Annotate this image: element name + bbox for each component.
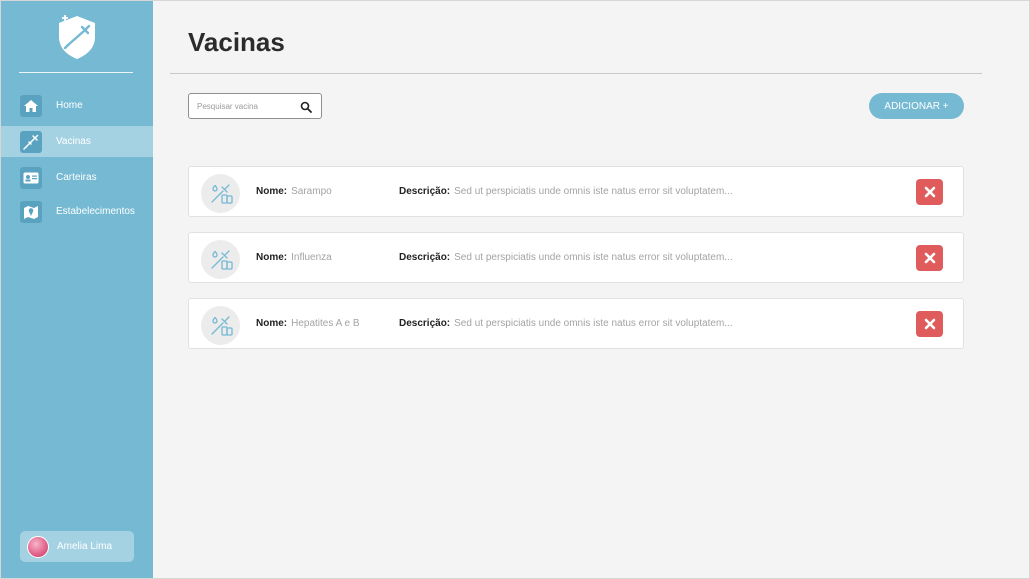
description-label: Descrição: [399, 252, 451, 263]
user-name: Amelia Lima [57, 541, 113, 552]
avatar [27, 535, 49, 558]
sidebar-item-label: Estabelecimentos [56, 206, 135, 217]
sidebar-item-carteiras[interactable]: Carteiras [1, 162, 153, 193]
id-card-icon [20, 166, 42, 189]
description-label: Descrição: [399, 186, 451, 197]
sidebar: Home Vacinas Carteiras Estabelecimentos … [1, 1, 153, 578]
vaccine-name-field: Nome: Hepatites A e B [256, 318, 360, 329]
close-icon [924, 318, 935, 330]
delete-button[interactable] [916, 245, 943, 271]
vaccine-description: Sed ut perspiciatis unde omnis iste natu… [454, 318, 733, 329]
list-item: Nome: Hepatites A e B Descrição: Sed ut pe… [188, 298, 964, 349]
search-input[interactable] [197, 101, 297, 111]
description-label: Descrição: [399, 318, 451, 329]
search-icon[interactable] [300, 100, 312, 113]
sidebar-item-estabelecimentos[interactable]: Estabelecimentos [1, 196, 153, 227]
sidebar-item-label: Home [56, 100, 83, 111]
delete-button[interactable] [916, 179, 943, 205]
title-divider [170, 73, 982, 74]
close-icon [924, 252, 935, 264]
name-label: Nome: [256, 318, 288, 329]
vaccine-name: Sarampo [291, 186, 332, 197]
sidebar-divider [19, 72, 133, 73]
vaccine-description: Sed ut perspiciatis unde omnis iste natu… [454, 186, 733, 197]
vaccine-name-field: Nome: Influenza [256, 252, 332, 263]
add-vaccine-button[interactable]: ADICIONAR + [869, 93, 964, 119]
vaccine-description-field: Descrição: Sed ut perspiciatis unde omnis… [399, 186, 733, 197]
home-icon [20, 94, 42, 117]
name-label: Nome: [256, 252, 288, 263]
sidebar-item-label: Vacinas [56, 136, 91, 147]
vaccine-shield-logo-icon [56, 14, 98, 60]
search-box [188, 93, 322, 119]
sidebar-item-vacinas[interactable]: Vacinas [1, 126, 153, 157]
map-icon [20, 200, 42, 223]
syringe-icon [20, 130, 42, 153]
sidebar-item-home[interactable]: Home [1, 90, 153, 121]
delete-button[interactable] [916, 311, 943, 337]
vaccine-name: Hepatites A e B [291, 318, 360, 329]
vaccine-vial-icon [201, 306, 240, 345]
vaccine-name-field: Nome: Sarampo [256, 186, 332, 197]
vaccine-vial-icon [201, 174, 240, 213]
list-item: Nome: Influenza Descrição: Sed ut perspici… [188, 232, 964, 283]
vaccine-description: Sed ut perspiciatis unde omnis iste natu… [454, 252, 733, 263]
page-title: Vacinas [188, 27, 285, 57]
close-icon [924, 186, 935, 198]
vaccine-description-field: Descrição: Sed ut perspiciatis unde omnis… [399, 252, 733, 263]
sidebar-item-label: Carteiras [56, 172, 97, 183]
window-frame [0, 0, 1030, 579]
user-profile-button[interactable]: Amelia Lima [20, 531, 134, 562]
name-label: Nome: [256, 186, 288, 197]
vaccine-description-field: Descrição: Sed ut perspiciatis unde omnis… [399, 318, 733, 329]
list-item: Nome: Sarampo Descrição: Sed ut perspiciat… [188, 166, 964, 217]
vaccine-vial-icon [201, 240, 240, 279]
vaccine-name: Influenza [291, 252, 332, 263]
